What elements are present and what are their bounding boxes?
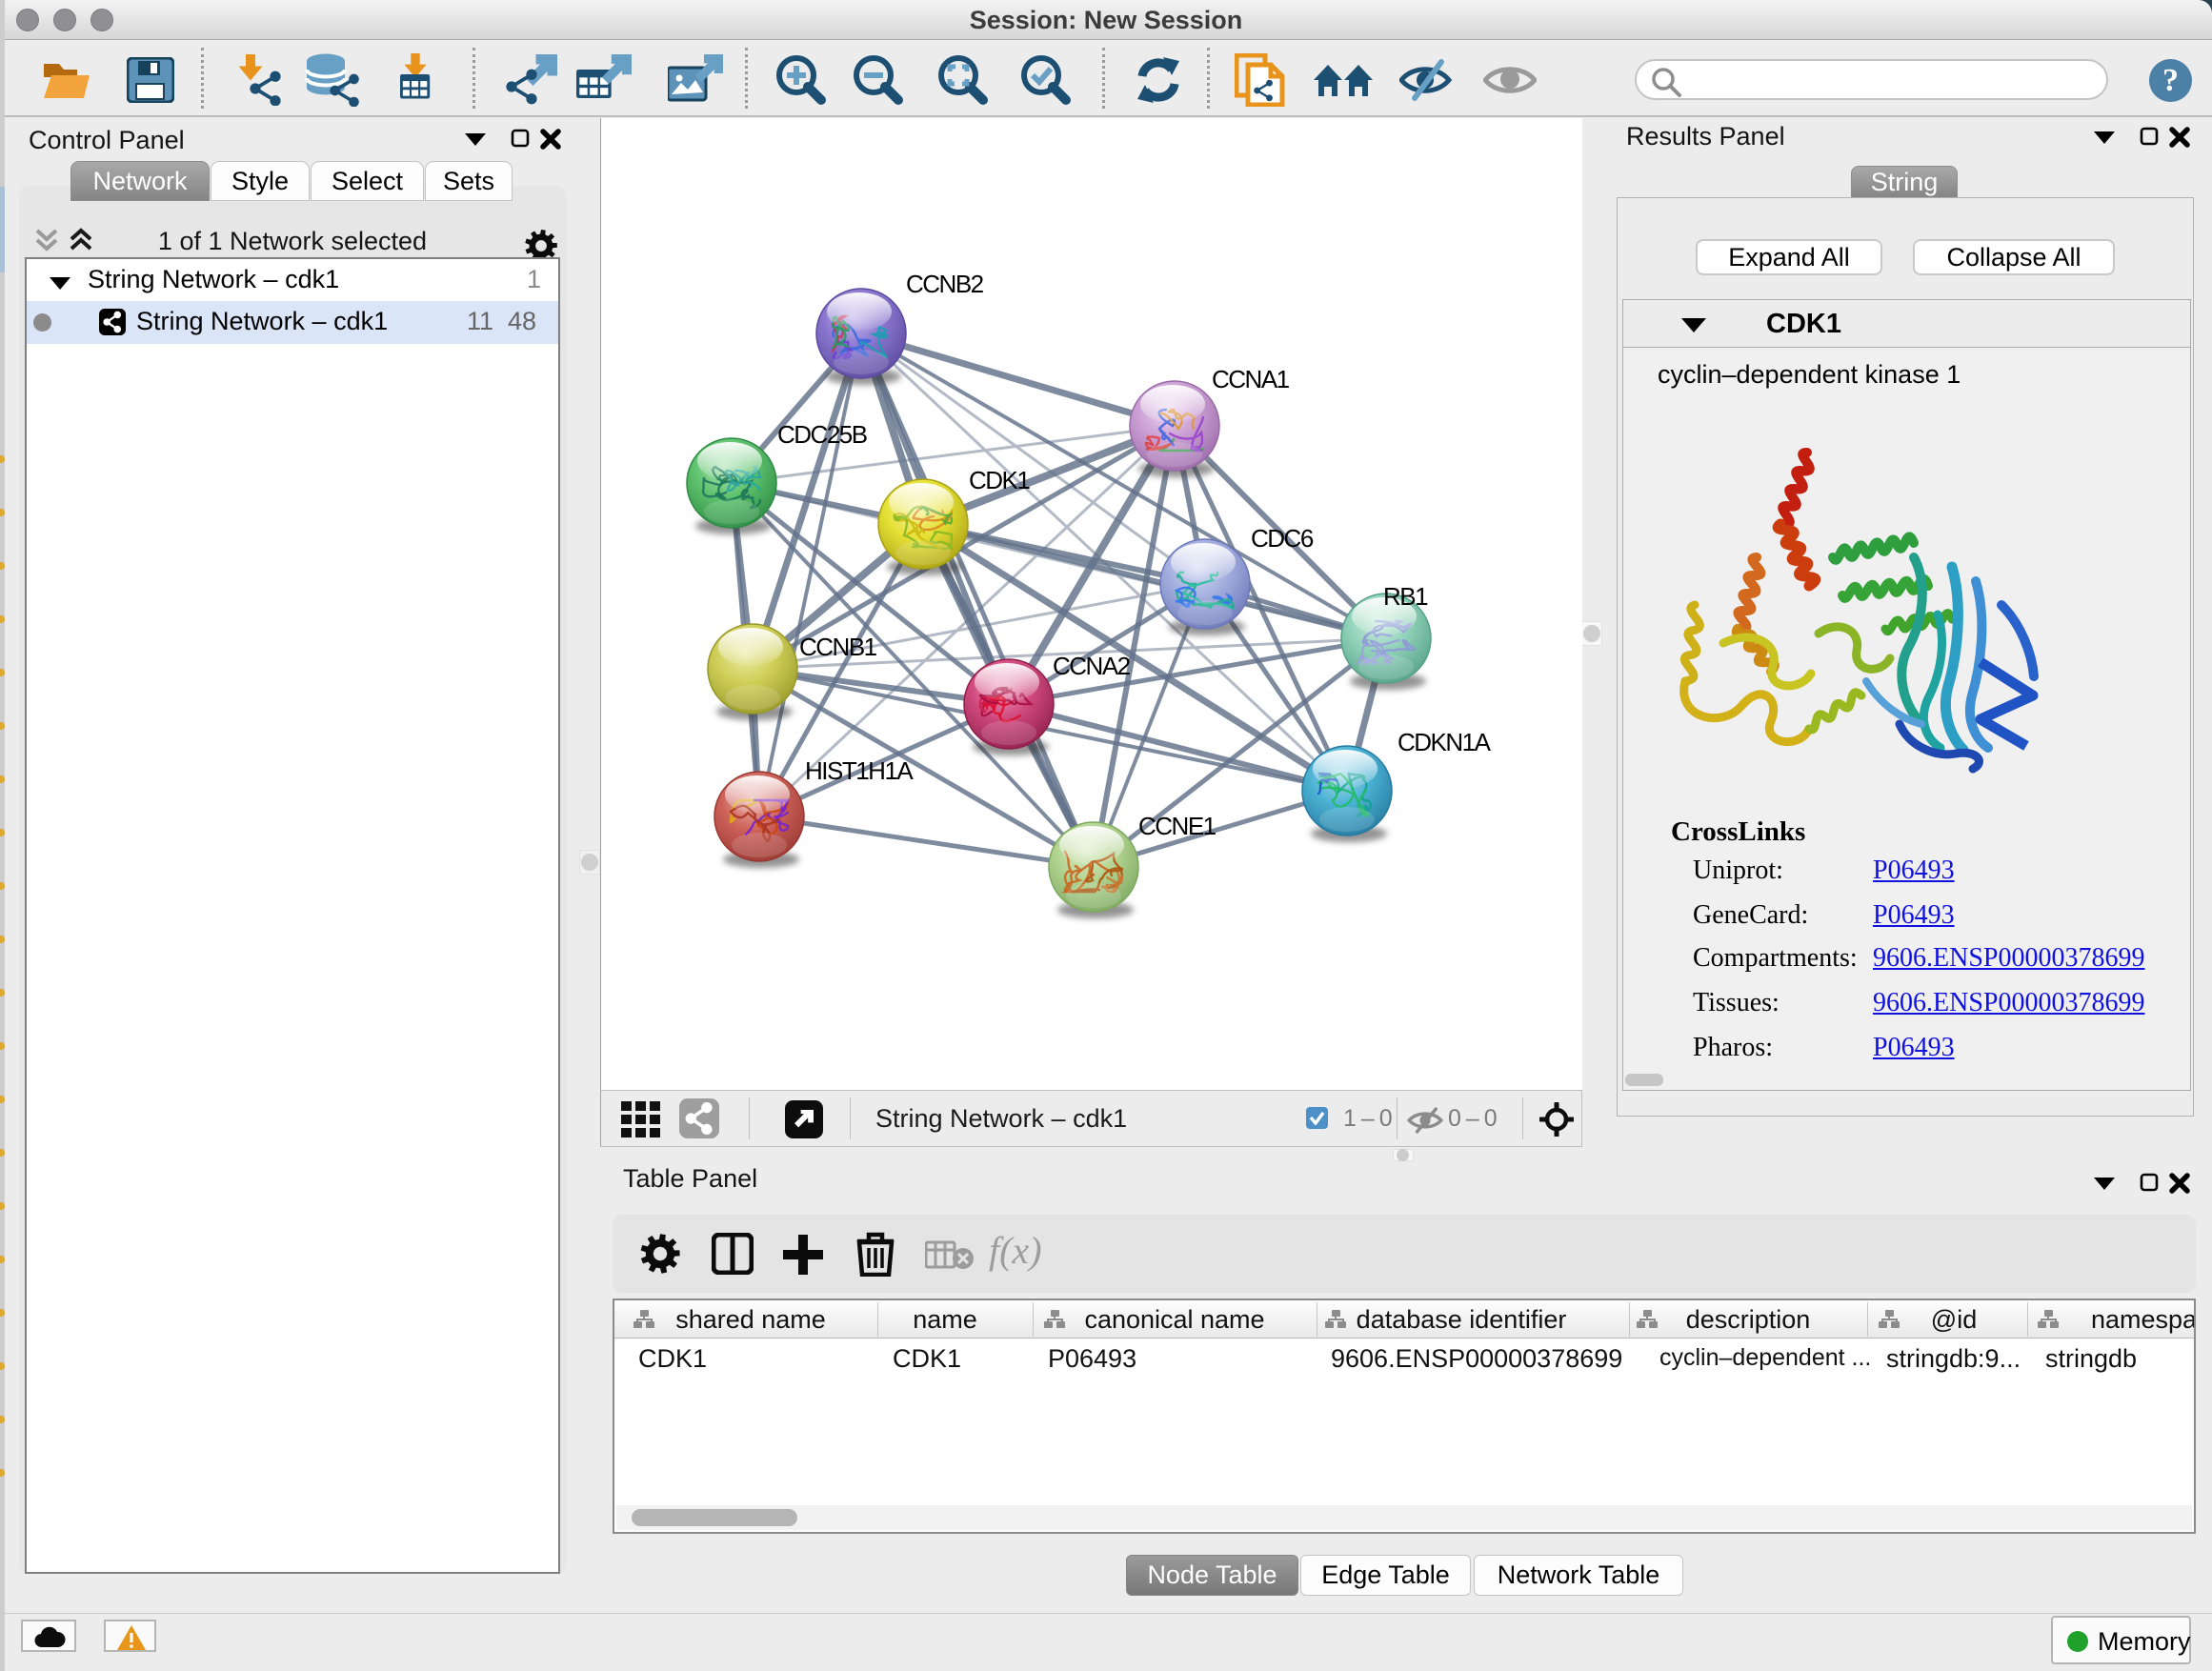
svg-text:RB1: RB1	[1383, 582, 1428, 611]
svg-text:CDC6: CDC6	[1251, 524, 1314, 553]
svg-text:CCNA1: CCNA1	[1212, 365, 1290, 393]
svg-text:CCNA2: CCNA2	[1053, 652, 1131, 680]
svg-text:CDKN1A: CDKN1A	[1398, 728, 1492, 756]
svg-text:CCNE1: CCNE1	[1138, 812, 1217, 840]
svg-text:CCNB2: CCNB2	[906, 270, 984, 298]
svg-text:CDK1: CDK1	[969, 466, 1030, 494]
svg-text:CDC25B: CDC25B	[777, 420, 867, 449]
svg-text:CCNB1: CCNB1	[799, 633, 877, 661]
svg-text:HIST1H1A: HIST1H1A	[805, 756, 914, 785]
